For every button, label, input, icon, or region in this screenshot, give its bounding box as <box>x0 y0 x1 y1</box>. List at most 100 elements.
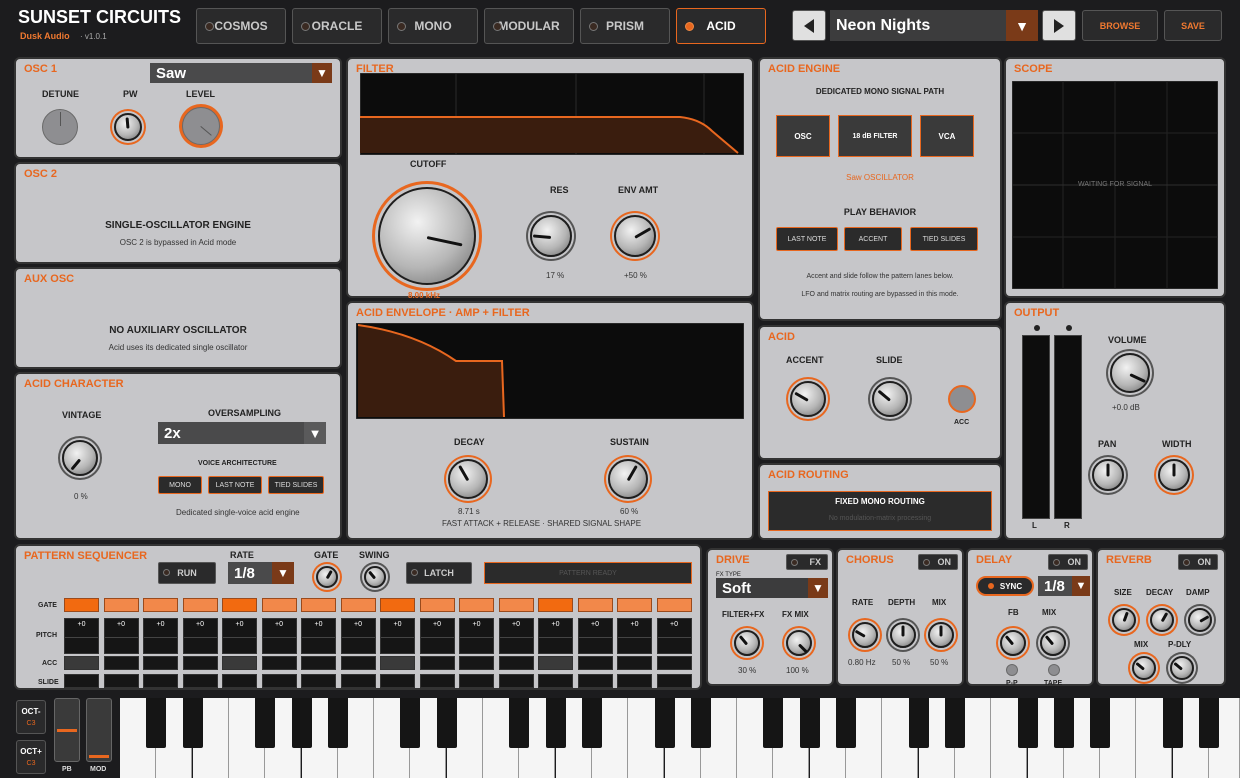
play-last-note-button[interactable]: LAST NOTE <box>776 227 838 251</box>
slide-step[interactable] <box>459 674 494 688</box>
black-key[interactable] <box>581 698 602 748</box>
black-key[interactable] <box>146 698 167 748</box>
pan-knob[interactable] <box>1092 459 1124 491</box>
volume-knob[interactable] <box>1110 353 1150 393</box>
gate-step[interactable] <box>301 598 336 612</box>
sync-button[interactable]: SYNC <box>976 576 1034 596</box>
acc-step[interactable] <box>143 656 178 670</box>
acc-step[interactable] <box>498 656 534 670</box>
gate-step[interactable] <box>261 598 297 612</box>
gate-step[interactable] <box>498 598 534 612</box>
black-key[interactable] <box>509 698 530 748</box>
acc-step[interactable] <box>577 656 613 670</box>
mode-acid-button[interactable]: ACID <box>676 8 766 44</box>
slide-step[interactable] <box>103 674 139 688</box>
black-key[interactable] <box>291 698 312 748</box>
mode-oracle-button[interactable]: ORACLE <box>292 8 382 44</box>
slide-step[interactable] <box>340 674 376 688</box>
black-key[interactable] <box>400 698 421 748</box>
black-key[interactable] <box>1162 698 1183 748</box>
acc-step[interactable] <box>459 656 494 670</box>
black-key[interactable] <box>1017 698 1038 748</box>
slide-step[interactable] <box>64 674 99 688</box>
black-key[interactable] <box>908 698 929 748</box>
gate-step[interactable] <box>143 598 178 612</box>
pitch-step[interactable]: +0 <box>617 618 652 654</box>
gate-step[interactable] <box>538 598 573 612</box>
mod-wheel[interactable] <box>86 698 112 762</box>
pitch-step[interactable]: +0 <box>656 618 692 654</box>
acc-step[interactable] <box>64 656 99 670</box>
osc1-wave-select[interactable]: Saw ▼ <box>150 63 332 83</box>
gate-step[interactable] <box>617 598 652 612</box>
voice-last-note-button[interactable]: LAST NOTE <box>208 476 262 494</box>
oct-up-button[interactable]: OCT+ C3 <box>16 740 46 774</box>
gate-step[interactable] <box>459 598 494 612</box>
swing-knob[interactable] <box>364 566 386 588</box>
pitch-step[interactable]: +0 <box>498 618 534 654</box>
run-button[interactable]: RUN <box>158 562 216 584</box>
pw-knob[interactable] <box>114 113 142 141</box>
voice-tied-slides-button[interactable]: TIED SLIDES <box>268 476 324 494</box>
black-key[interactable] <box>1199 698 1219 748</box>
slide-step[interactable] <box>380 674 415 688</box>
drive-fx-toggle[interactable]: FX <box>786 554 828 570</box>
pingpong-toggle[interactable] <box>1006 664 1018 676</box>
play-accent-button[interactable]: ACCENT <box>844 227 902 251</box>
pitch-step[interactable]: +0 <box>103 618 139 654</box>
pdly-knob[interactable] <box>1170 656 1194 680</box>
black-key[interactable] <box>654 698 675 748</box>
fx-type-select[interactable]: Soft ▼ <box>716 578 828 598</box>
slide-step[interactable] <box>182 674 218 688</box>
reverb-mix-knob[interactable] <box>1132 656 1156 680</box>
decay-knob[interactable] <box>448 459 488 499</box>
preset-next-button[interactable] <box>1042 10 1076 41</box>
preset-selector[interactable]: Neon Nights ▼ <box>830 10 1038 41</box>
pitch-step[interactable]: +0 <box>538 618 573 654</box>
oversampling-select[interactable]: 2x ▼ <box>158 422 326 444</box>
tape-toggle[interactable] <box>1048 664 1060 676</box>
black-key[interactable] <box>182 698 203 748</box>
acc-step[interactable] <box>617 656 652 670</box>
gate-step[interactable] <box>577 598 613 612</box>
black-key[interactable] <box>1090 698 1111 748</box>
env-amt-knob[interactable] <box>614 215 656 257</box>
gate-step[interactable] <box>222 598 257 612</box>
pitch-step[interactable]: +0 <box>64 618 99 654</box>
fb-knob[interactable] <box>1000 630 1026 656</box>
pitch-step[interactable]: +0 <box>577 618 613 654</box>
black-key[interactable] <box>1053 698 1074 748</box>
size-knob[interactable] <box>1112 608 1136 632</box>
accent-knob[interactable] <box>790 381 826 417</box>
acc-step[interactable] <box>103 656 139 670</box>
slide-step[interactable] <box>617 674 652 688</box>
black-key[interactable] <box>799 698 820 748</box>
gate-step[interactable] <box>64 598 99 612</box>
reverb-decay-knob[interactable] <box>1150 608 1174 632</box>
pitch-step[interactable]: +0 <box>419 618 455 654</box>
black-key[interactable] <box>763 698 784 748</box>
cutoff-knob[interactable] <box>378 187 476 285</box>
mode-modular-button[interactable]: MODULAR <box>484 8 574 44</box>
slide-step[interactable] <box>222 674 257 688</box>
pitch-step[interactable]: +0 <box>143 618 178 654</box>
gate-step[interactable] <box>182 598 218 612</box>
acc-step[interactable] <box>261 656 297 670</box>
black-key[interactable] <box>944 698 965 748</box>
pitch-step[interactable]: +0 <box>380 618 415 654</box>
slide-knob[interactable] <box>872 381 908 417</box>
pitch-step[interactable]: +0 <box>340 618 376 654</box>
sustain-knob[interactable] <box>608 459 648 499</box>
delay-mix-knob[interactable] <box>1040 630 1066 656</box>
acc-step[interactable] <box>222 656 257 670</box>
acc-step[interactable] <box>538 656 573 670</box>
chorus-rate-knob[interactable] <box>852 622 878 648</box>
slide-step[interactable] <box>656 674 692 688</box>
black-key[interactable] <box>255 698 276 748</box>
pitch-step[interactable]: +0 <box>182 618 218 654</box>
pitch-step[interactable]: +0 <box>459 618 494 654</box>
black-key[interactable] <box>545 698 566 748</box>
fx-mix-knob[interactable] <box>786 630 812 656</box>
gate-step[interactable] <box>340 598 376 612</box>
browse-button[interactable]: BROWSE <box>1082 10 1158 41</box>
